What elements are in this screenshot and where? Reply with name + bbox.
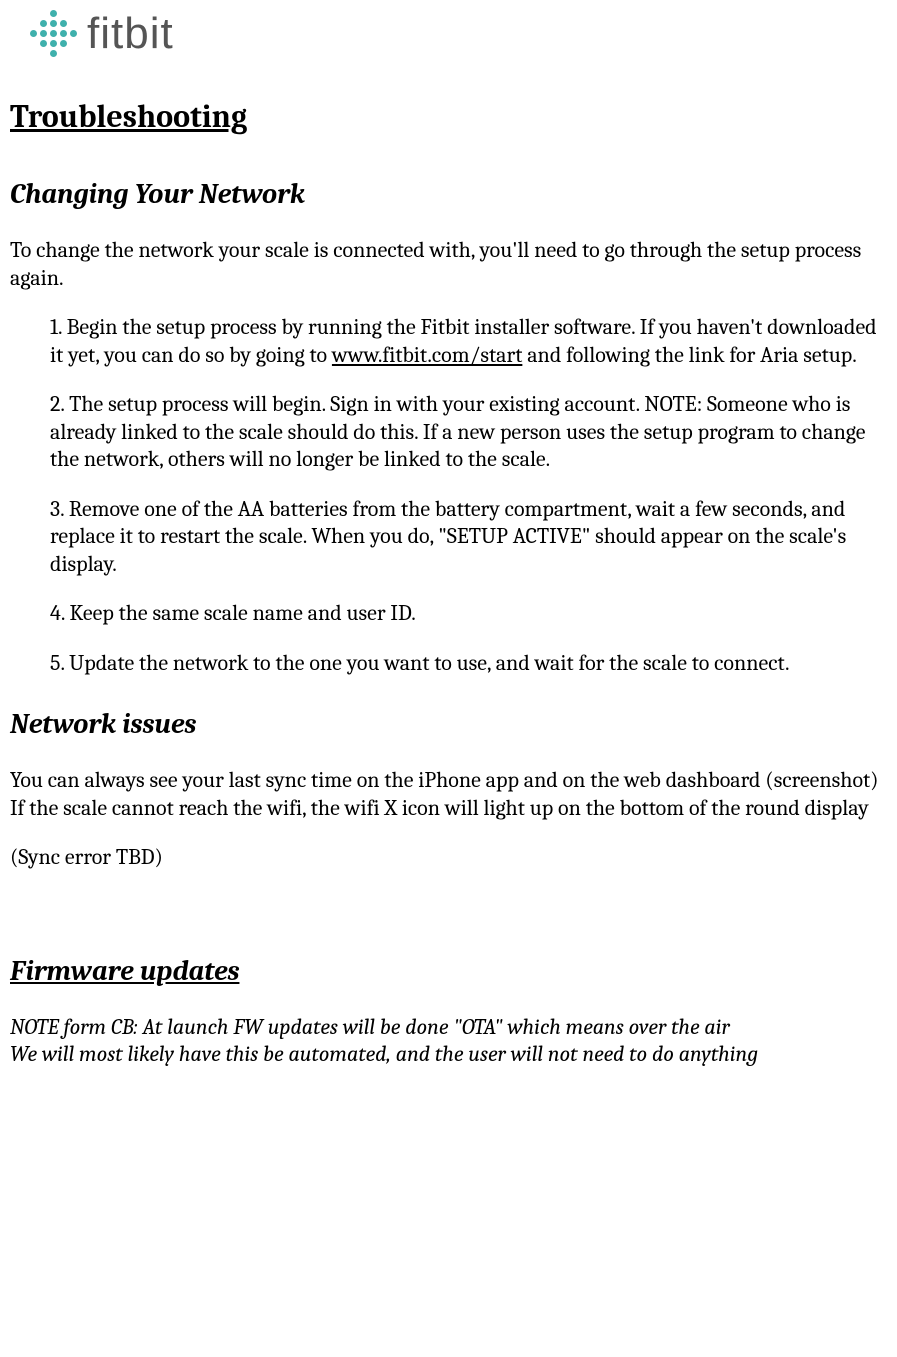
step-1: 1. Begin the setup process by running th… bbox=[50, 314, 887, 369]
section-heading-changing-network: Changing Your Network bbox=[10, 177, 887, 212]
section-heading-firmware-updates: Firmware updates bbox=[10, 954, 887, 989]
section-heading-network-issues: Network issues bbox=[10, 707, 887, 742]
firmware-note-2: We will most likely have this be automat… bbox=[10, 1041, 887, 1069]
step-4: 4. Keep the same scale name and user ID. bbox=[50, 600, 887, 628]
step-5: 5. Update the network to the one you wan… bbox=[50, 650, 887, 678]
step-2: 2. The setup process will begin. Sign in… bbox=[50, 391, 887, 474]
fitbit-start-link[interactable]: www.fitbit.com/start bbox=[332, 342, 522, 368]
step-3: 3. Remove one of the AA batteries from t… bbox=[50, 496, 887, 579]
network-issues-p1: You can always see your last sync time o… bbox=[10, 767, 887, 795]
steps-list: 1. Begin the setup process by running th… bbox=[50, 314, 887, 677]
step-1-text-b: and following the link for Aria setup. bbox=[522, 342, 856, 368]
network-issues-p2: If the scale cannot reach the wifi, the … bbox=[10, 795, 887, 823]
logo-text: fitbit bbox=[87, 6, 174, 61]
page-title: Troubleshooting bbox=[10, 97, 887, 137]
section1-intro: To change the network your scale is conn… bbox=[10, 237, 887, 292]
fitbit-dots-icon bbox=[30, 10, 77, 57]
firmware-note-1: NOTE form CB: At launch FW updates will … bbox=[10, 1014, 887, 1042]
brand-logo: fitbit bbox=[10, 0, 887, 67]
network-issues-p3: (Sync error TBD) bbox=[10, 844, 887, 872]
